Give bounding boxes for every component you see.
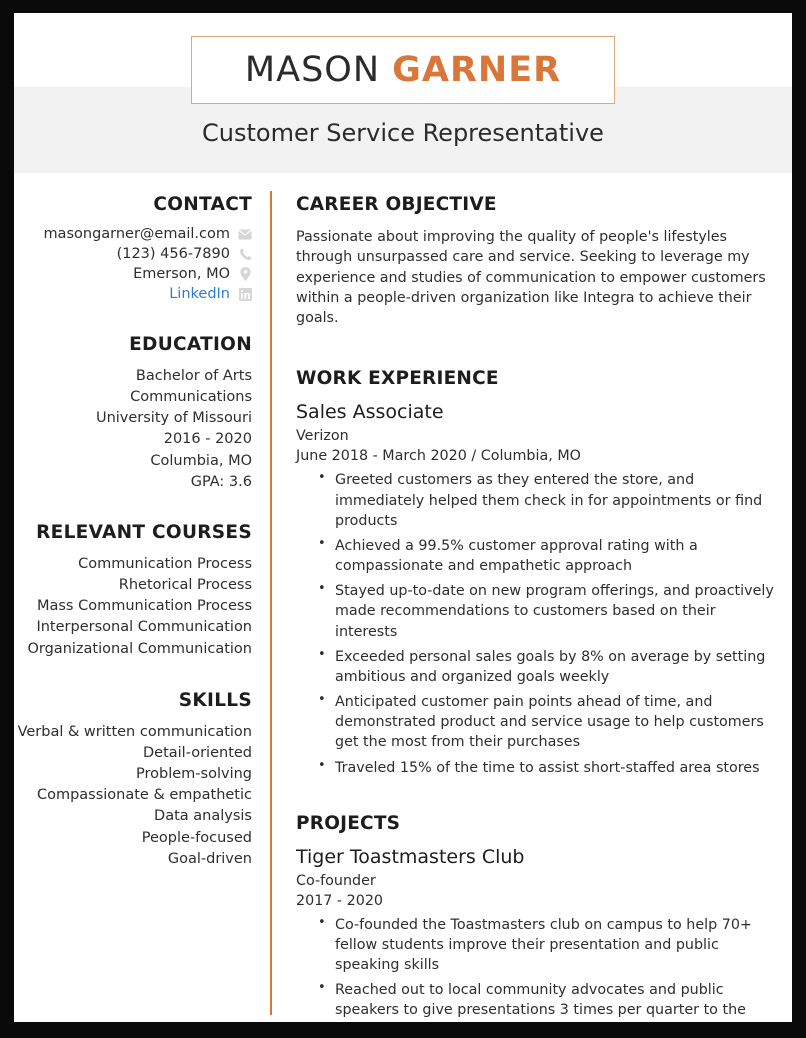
- skill-line: Verbal & written communication: [17, 723, 252, 740]
- skill-line: Data analysis: [154, 808, 252, 825]
- skill-line: People-focused: [141, 829, 252, 846]
- work-entry-title: Sales Associate: [296, 401, 444, 424]
- resume-header: MASON GARNER Customer Service Representa…: [14, 13, 792, 173]
- bullet-item: Exceeded personal sales goals by 8% on a…: [318, 646, 778, 687]
- work-experience-heading: WORK EXPERIENCE: [296, 368, 499, 390]
- education-line: Bachelor of Arts: [135, 368, 252, 384]
- location-pin-icon: [238, 267, 252, 281]
- skill-line: Goal-driven: [167, 850, 252, 867]
- bullet-item: Anticipated customer pain points ahead o…: [318, 691, 778, 752]
- work-entry: Sales Associate Verizon June 2018 - Marc…: [296, 401, 778, 777]
- skills-heading: SKILLS: [178, 689, 252, 711]
- education-line: Communications: [130, 389, 252, 406]
- contact-item-linkedin[interactable]: LinkedIn: [14, 286, 252, 302]
- contact-heading: CONTACT: [153, 194, 252, 215]
- education-line: Columbia, MO: [150, 452, 252, 469]
- education-line: GPA: 3.6: [190, 473, 252, 490]
- courses-section: RELEVANT COURSES Communication Process R…: [14, 522, 252, 660]
- course-line: Organizational Communication: [27, 640, 252, 657]
- work-entry-bullets: Greeted customers as they entered the st…: [296, 469, 778, 778]
- bullet-item: Greeted customers as they entered the st…: [318, 469, 778, 530]
- career-objective-heading: CAREER OBJECTIVE: [296, 194, 497, 215]
- full-name: MASON GARNER: [245, 50, 561, 90]
- projects-heading: PROJECTS: [296, 812, 401, 834]
- name-box: MASON GARNER: [191, 36, 615, 104]
- project-entry-role: Co-founder: [296, 872, 376, 889]
- contact-item-phone: (123) 456-7890: [14, 246, 252, 262]
- education-line: University of Missouri: [95, 410, 252, 427]
- contact-linkedin-link[interactable]: LinkedIn: [169, 286, 230, 302]
- skill-line: Compassionate & empathetic: [36, 787, 252, 804]
- skill-line: Problem-solving: [136, 766, 252, 783]
- skill-line: Detail-oriented: [143, 744, 252, 761]
- bullet-item: Traveled 15% of the time to assist short…: [318, 757, 778, 778]
- contact-location-text: Emerson, MO: [133, 266, 230, 282]
- bullet-item: Achieved a 99.5% customer approval ratin…: [318, 535, 778, 576]
- contact-section: CONTACT masongarner@email.com (123) 456-…: [14, 194, 252, 302]
- career-objective-section: CAREER OBJECTIVE Passionate about improv…: [296, 194, 778, 328]
- contact-item-location: Emerson, MO: [14, 266, 252, 282]
- linkedin-icon: [238, 287, 252, 301]
- resume-page: MASON GARNER Customer Service Representa…: [14, 13, 792, 1022]
- project-entry-title: Tiger Toastmasters Club: [296, 845, 525, 868]
- job-title: Customer Service Representative: [202, 119, 604, 147]
- course-line: Communication Process: [78, 555, 252, 572]
- education-heading: EDUCATION: [129, 334, 252, 355]
- bullet-item: Co-founded the Toastmasters club on camp…: [318, 914, 778, 975]
- phone-icon: [238, 247, 252, 261]
- course-line: Mass Communication Process: [36, 598, 252, 615]
- contact-item-email: masongarner@email.com: [14, 226, 252, 242]
- education-line: 2016 - 2020: [163, 431, 252, 448]
- project-entry: Tiger Toastmasters Club Co-founder 2017 …: [296, 846, 778, 1022]
- envelope-icon: [238, 227, 252, 241]
- work-entry-meta: June 2018 - March 2020 / Columbia, MO: [296, 448, 581, 465]
- screenshot-frame: MASON GARNER Customer Service Representa…: [0, 0, 806, 1038]
- course-line: Rhetorical Process: [118, 577, 252, 594]
- career-objective-text: Passionate about improving the quality o…: [296, 229, 766, 327]
- skills-section: SKILLS Verbal & written communication De…: [14, 690, 252, 870]
- courses-heading: RELEVANT COURSES: [36, 521, 252, 543]
- education-section: EDUCATION Bachelor of Arts Communication…: [14, 334, 252, 493]
- course-line: Interpersonal Communication: [36, 619, 252, 636]
- projects-section: PROJECTS Tiger Toastmasters Club Co-foun…: [296, 813, 778, 1022]
- work-experience-section: WORK EXPERIENCE Sales Associate Verizon …: [296, 368, 778, 777]
- sidebar-column: CONTACT masongarner@email.com (123) 456-…: [14, 194, 269, 1022]
- contact-phone-text: (123) 456-7890: [116, 246, 230, 262]
- project-entry-bullets: Co-founded the Toastmasters club on camp…: [296, 914, 778, 1022]
- contact-email-text: masongarner@email.com: [43, 226, 230, 242]
- bullet-item: Reached out to local community advocates…: [318, 979, 778, 1022]
- bullet-item: Stayed up-to-date on new program offerin…: [318, 580, 778, 641]
- project-entry-dates: 2017 - 2020: [296, 892, 384, 909]
- first-name: MASON: [244, 50, 381, 90]
- main-column: CAREER OBJECTIVE Passionate about improv…: [269, 194, 792, 1022]
- work-entry-company: Verizon: [296, 428, 349, 445]
- resume-body: CONTACT masongarner@email.com (123) 456-…: [14, 173, 792, 1022]
- last-name: GARNER: [392, 50, 562, 90]
- column-divider: [270, 191, 272, 1015]
